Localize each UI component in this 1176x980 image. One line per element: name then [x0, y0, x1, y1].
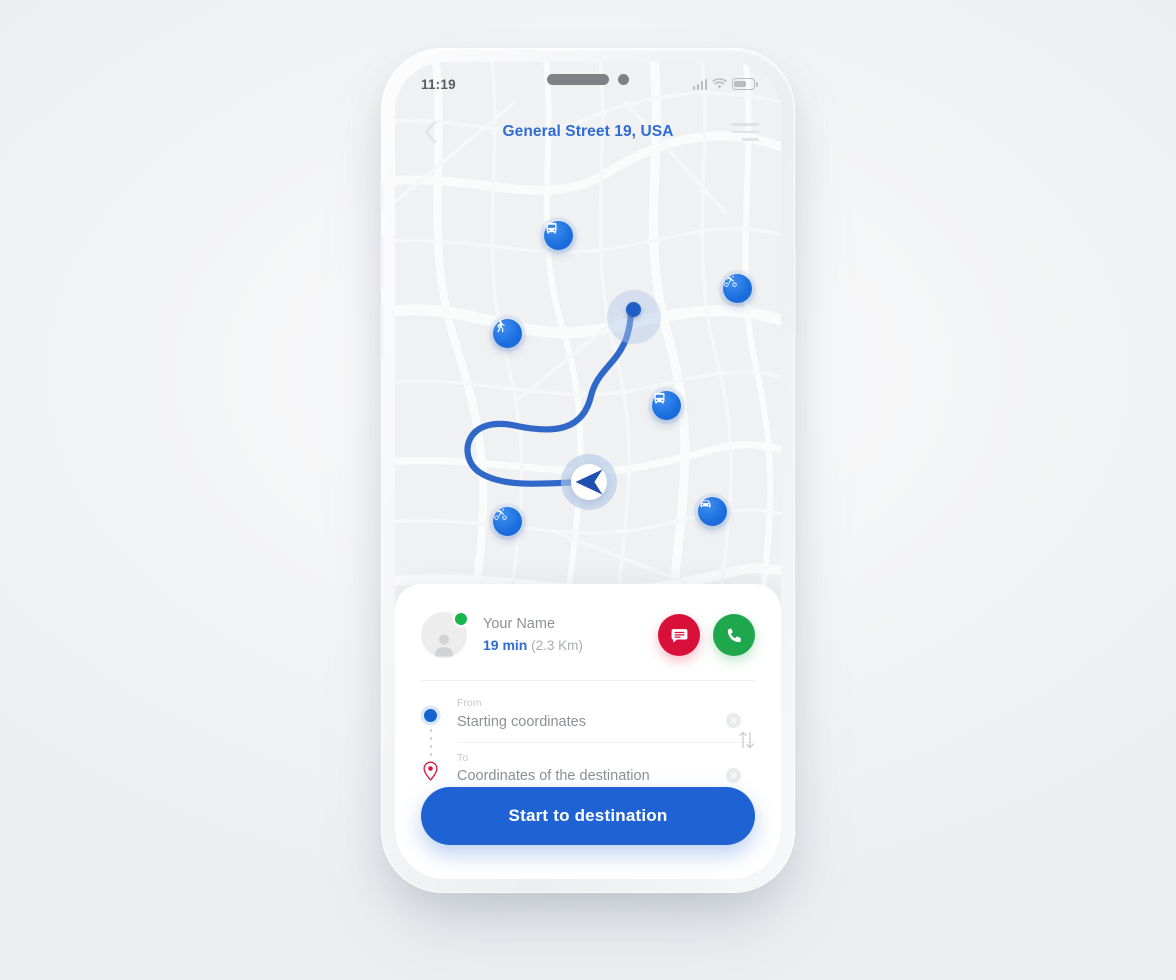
status-indicators: [692, 78, 758, 90]
clear-from-button[interactable]: [726, 713, 741, 728]
online-status-dot: [455, 613, 467, 625]
bus-icon: [654, 392, 665, 404]
driver-distance: (2.3 Km): [531, 638, 583, 654]
bike-icon: [724, 275, 737, 287]
avatar[interactable]: [421, 612, 467, 658]
to-field[interactable]: To Coordinates of the destination: [457, 752, 755, 789]
navigation-bar: General Street 19, USA: [395, 106, 781, 158]
phone-device-frame: 11:19 General Street 19, USA Your Name 1…: [378, 48, 798, 893]
message-button[interactable]: [658, 614, 700, 656]
volume-up-button[interactable]: [378, 234, 383, 290]
map-poi-taxi-stand[interactable]: [698, 497, 727, 526]
swap-vertical-icon: [738, 731, 754, 748]
status-time: 11:19: [421, 76, 456, 92]
from-field[interactable]: From Starting coordinates: [457, 697, 755, 734]
driver-action-buttons: [658, 614, 755, 656]
bottom-sheet-card: Your Name 19 min (2.3 Km) From Starting …: [395, 584, 781, 879]
start-to-destination-button[interactable]: Start to destination: [421, 787, 755, 845]
signal-bars-icon: [692, 78, 707, 90]
car-icon: [700, 500, 711, 508]
clear-circle-icon: [730, 772, 737, 779]
destination-route-endpoint: [626, 302, 641, 317]
status-bar: 11:19: [395, 62, 781, 106]
walk-icon: [497, 320, 505, 333]
map-poi-bus-stop-2[interactable]: [652, 391, 681, 420]
chat-bubble-icon: [671, 628, 687, 643]
hamburger-menu-icon[interactable]: [731, 123, 759, 141]
swap-locations-button[interactable]: [733, 727, 759, 753]
route-fields: From Starting coordinates To Coordinates…: [457, 697, 755, 789]
clear-circle-icon: [730, 717, 737, 724]
destination-pin-small-icon: [422, 761, 447, 787]
clear-to-button[interactable]: [726, 767, 741, 783]
driver-info-row: Your Name 19 min (2.3 Km): [421, 584, 755, 680]
driver-meta: Your Name 19 min (2.3 Km): [483, 614, 583, 656]
map-poi-bike-station-1[interactable]: [723, 274, 752, 303]
call-button[interactable]: [713, 614, 755, 656]
bus-icon: [546, 222, 557, 234]
page-title: General Street 19, USA: [502, 123, 674, 140]
destination-halo: [607, 290, 661, 344]
map-poi-bus-stop[interactable]: [544, 221, 573, 250]
speaker-pill: [547, 74, 609, 85]
driver-eta-row: 19 min (2.3 Km): [483, 635, 583, 656]
from-input[interactable]: Starting coordinates: [457, 711, 713, 734]
route-form: From Starting coordinates To Coordinates…: [421, 681, 755, 799]
to-label: To: [457, 751, 469, 764]
map-poi-bike-station-2[interactable]: [493, 507, 522, 536]
route-dotted-line: [429, 729, 448, 756]
phone-screen: 11:19 General Street 19, USA Your Name 1…: [395, 62, 781, 879]
origin-dot-icon: [424, 709, 437, 722]
front-camera-dot: [618, 74, 629, 85]
bike-icon: [494, 508, 507, 520]
navigation-arrow-icon[interactable]: [571, 464, 607, 500]
driver-eta-time: 19 min: [483, 637, 528, 654]
battery-icon: [732, 78, 758, 90]
power-button[interactable]: [793, 248, 798, 334]
silent-switch-button[interactable]: [378, 182, 383, 212]
wifi-icon: [712, 78, 727, 89]
from-label: From: [457, 697, 482, 709]
map-poi-walk-path[interactable]: [493, 319, 522, 348]
route-track: [421, 697, 447, 789]
to-input[interactable]: Coordinates of the destination: [457, 765, 713, 788]
phone-icon: [727, 627, 741, 642]
volume-down-button[interactable]: [378, 304, 383, 360]
field-separator: [457, 741, 755, 743]
dynamic-island: [547, 74, 629, 85]
driver-name: Your Name: [483, 616, 556, 633]
